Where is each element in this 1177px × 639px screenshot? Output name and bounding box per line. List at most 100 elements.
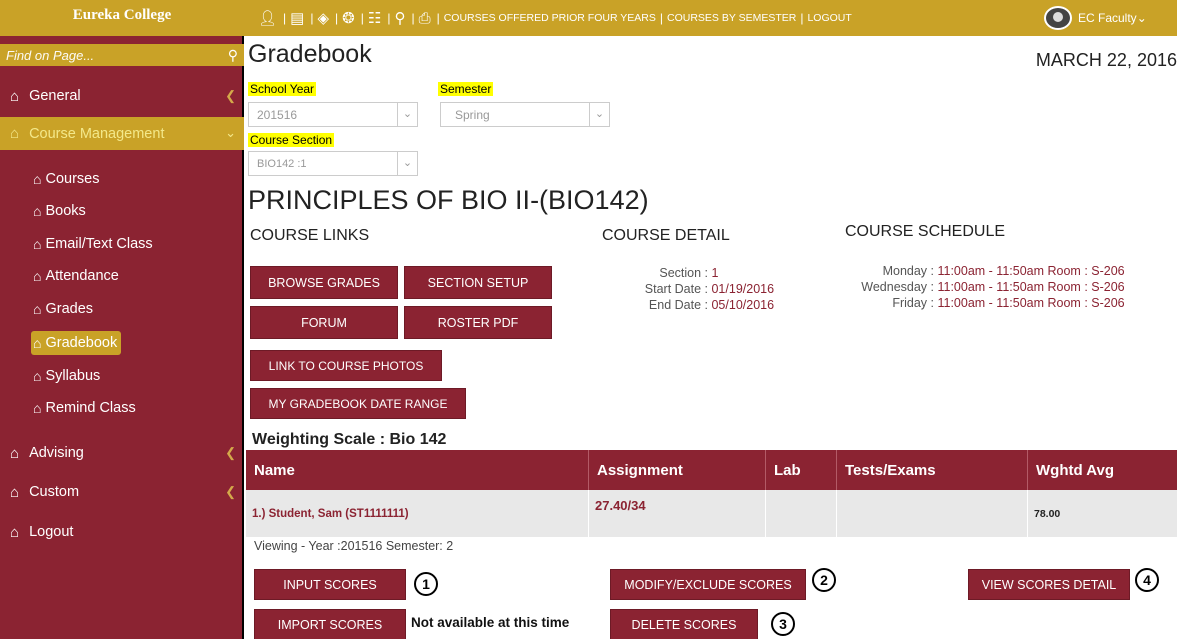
sidebar-item-logout[interactable]: ⌂ Logout <box>0 516 244 548</box>
nav-separator: | <box>411 11 415 25</box>
nav-separator: | <box>310 11 314 25</box>
column-header-lab: Lab <box>765 450 836 490</box>
home-icon: ⌂ <box>10 125 20 142</box>
viewing-info: Viewing - Year :201516 Semester: 2 <box>254 539 454 553</box>
sidebar-subitem-label: Grades <box>45 301 94 317</box>
nav-separator: | <box>387 11 391 25</box>
school-year-value: 201516 <box>257 107 298 122</box>
view-scores-detail-button[interactable]: VIEW SCORES DETAIL <box>968 569 1130 600</box>
course-section-select[interactable]: BIO142 :1 ⌄ <box>248 151 418 176</box>
link-to-course-photos-button[interactable]: LINK TO COURSE PHOTOS <box>250 350 442 381</box>
person-icon[interactable]: 👤︎ <box>258 11 277 26</box>
search-icon[interactable]: ⚲ <box>228 47 238 64</box>
sidebar-subitem-email-text-class[interactable]: ⌂ Email/Text Class <box>31 232 157 256</box>
chevron-down-icon: ⌄ <box>1136 11 1147 25</box>
avatar <box>1044 6 1072 30</box>
home-icon: ⌂ <box>10 444 20 462</box>
top-nav: 👤︎ | ▤ | ◈ | ❂ | ☷ | ⚲ | ⎙ | COURSES OFFERED PR… <box>244 0 1034 36</box>
course-section-value: BIO142 :1 <box>257 157 307 170</box>
semester-value: Spring <box>455 107 490 122</box>
course-schedule: Monday : 11:00am - 11:50am Room : S-206 … <box>816 263 1125 311</box>
schedule-day: Friday : <box>892 296 934 310</box>
course-detail: Section : 1 Start Date : 01/19/2016 End … <box>616 265 774 313</box>
sidebar-subitem-grades[interactable]: ⌂ Grades <box>31 297 97 321</box>
sidebar-subitem-remind-class[interactable]: ⌂ Remind Class <box>31 396 140 420</box>
home-icon: ⌂ <box>33 335 42 351</box>
sidebar-item-advising[interactable]: ⌂ Advising ❮ <box>0 437 244 469</box>
page-title: Gradebook <box>248 40 372 68</box>
modify-exclude-scores-button[interactable]: MODIFY/EXCLUDE SCORES <box>610 569 806 600</box>
home-icon: ⌂ <box>33 368 42 384</box>
sidebar-subitem-books[interactable]: ⌂ Books <box>31 199 90 223</box>
sidebar-subitem-label: Attendance <box>45 268 119 284</box>
grades-table-header: Name Assignment Lab Tests/Exams Wghtd Av… <box>246 450 1177 490</box>
sidebar-subitem-label: Remind Class <box>45 400 136 416</box>
home-icon: ⌂ <box>33 268 42 284</box>
course-title: PRINCIPLES OF BIO II-(BIO142) <box>248 185 649 215</box>
home-icon: ⌂ <box>10 483 20 501</box>
courses-by-semester-link[interactable]: COURSES BY SEMESTER <box>667 12 796 24</box>
sidebar-subitem-gradebook[interactable]: ⌂ Gradebook <box>31 331 122 355</box>
school-year-select[interactable]: 201516 ⌄ <box>248 102 418 127</box>
eraser-icon[interactable]: ◈ <box>317 11 329 26</box>
assignment-score: 27.40/34 <box>588 490 765 537</box>
browse-grades-button[interactable]: BROWSE GRADES <box>250 266 398 299</box>
nav-separator: | <box>659 11 663 25</box>
home-icon: ⌂ <box>33 400 42 416</box>
find-on-page-input[interactable] <box>0 44 210 66</box>
home-icon: ⌂ <box>33 203 42 219</box>
search-icon[interactable]: ⚲ <box>394 11 405 26</box>
sidebar-subitem-syllabus[interactable]: ⌂ Syllabus <box>31 364 104 388</box>
home-icon: ⌂ <box>10 523 20 541</box>
home-icon: ⌂ <box>33 171 42 187</box>
delete-scores-button[interactable]: DELETE SCORES <box>610 609 758 639</box>
roster-pdf-button[interactable]: ROSTER PDF <box>404 306 552 339</box>
schedule-day: Wednesday : <box>861 280 934 294</box>
semester-select[interactable]: Spring ⌄ <box>440 102 610 127</box>
chevron-left-icon: ❮ <box>225 88 236 103</box>
course-schedule-heading: COURSE SCHEDULE <box>845 223 1006 240</box>
book-icon[interactable]: ▤ <box>290 11 304 26</box>
sidebar-subitem-label: Gradebook <box>45 335 118 351</box>
section-label: Section : <box>659 266 708 280</box>
section-setup-button[interactable]: SECTION SETUP <box>404 266 552 299</box>
home-icon: ⌂ <box>10 87 20 105</box>
courses-prior-four-years-link[interactable]: COURSES OFFERED PRIOR FOUR YEARS <box>444 12 656 24</box>
schedule-time: 11:00am - 11:50am Room : S-206 <box>937 296 1125 310</box>
sidebar-item-label: Custom <box>29 484 80 500</box>
course-section-label: Course Section <box>248 133 335 147</box>
user-menu[interactable]: EC Faculty ⌄ <box>1034 0 1177 36</box>
main-content: Gradebook MARCH 22, 2016 School Year 201… <box>246 36 1177 639</box>
forum-button[interactable]: FORUM <box>250 306 398 339</box>
column-header-name: Name <box>254 461 295 479</box>
sidebar-item-label: Course Management <box>29 125 165 142</box>
page-date: MARCH 22, 2016 <box>1035 50 1177 70</box>
course-detail-heading: COURSE DETAIL <box>602 227 730 244</box>
school-year-label: School Year <box>248 82 317 96</box>
sidebar-subitem-label: Email/Text Class <box>45 236 153 252</box>
sidebar-subitem-label: Courses <box>45 171 100 187</box>
nav-separator: | <box>436 11 440 25</box>
sidebar-item-general[interactable]: ⌂ General ❮ <box>0 80 244 112</box>
sidebar-item-label: General <box>29 88 81 104</box>
chevron-down-icon: ⌄ <box>397 103 417 126</box>
import-scores-button[interactable]: IMPORT SCORES <box>254 609 406 639</box>
chevron-down-icon: ⌄ <box>225 125 236 140</box>
student-name-link[interactable]: 1.) Student, Sam (ST1111111) <box>246 490 588 537</box>
my-gradebook-date-range-button[interactable]: MY GRADEBOOK DATE RANGE <box>250 388 466 419</box>
schedule-time: 11:00am - 11:50am Room : S-206 <box>937 264 1125 278</box>
sidebar-subitem-attendance[interactable]: ⌂ Attendance <box>31 264 123 288</box>
input-scores-button[interactable]: INPUT SCORES <box>254 569 406 600</box>
printer-icon[interactable]: ⎙ <box>419 11 431 26</box>
nav-separator: | <box>360 11 364 25</box>
sidebar: ⚲ ⌂ General ❮ ⌂ Course Management ⌄ ⌂Cou… <box>0 36 244 639</box>
top-logout-link[interactable]: LOGOUT <box>807 12 851 24</box>
college-brand: Eureka College <box>0 0 244 36</box>
sidebar-subitem-courses[interactable]: ⌂ Courses <box>31 167 103 191</box>
award-icon[interactable]: ❂ <box>342 11 355 26</box>
sidebar-item-custom[interactable]: ⌂ Custom ❮ <box>0 476 244 508</box>
home-icon: ⌂ <box>33 236 42 252</box>
org-chart-icon[interactable]: ☷ <box>368 11 381 26</box>
sidebar-item-course-management[interactable]: ⌂ Course Management ⌄ <box>0 117 244 150</box>
chevron-left-icon: ❮ <box>225 484 236 499</box>
